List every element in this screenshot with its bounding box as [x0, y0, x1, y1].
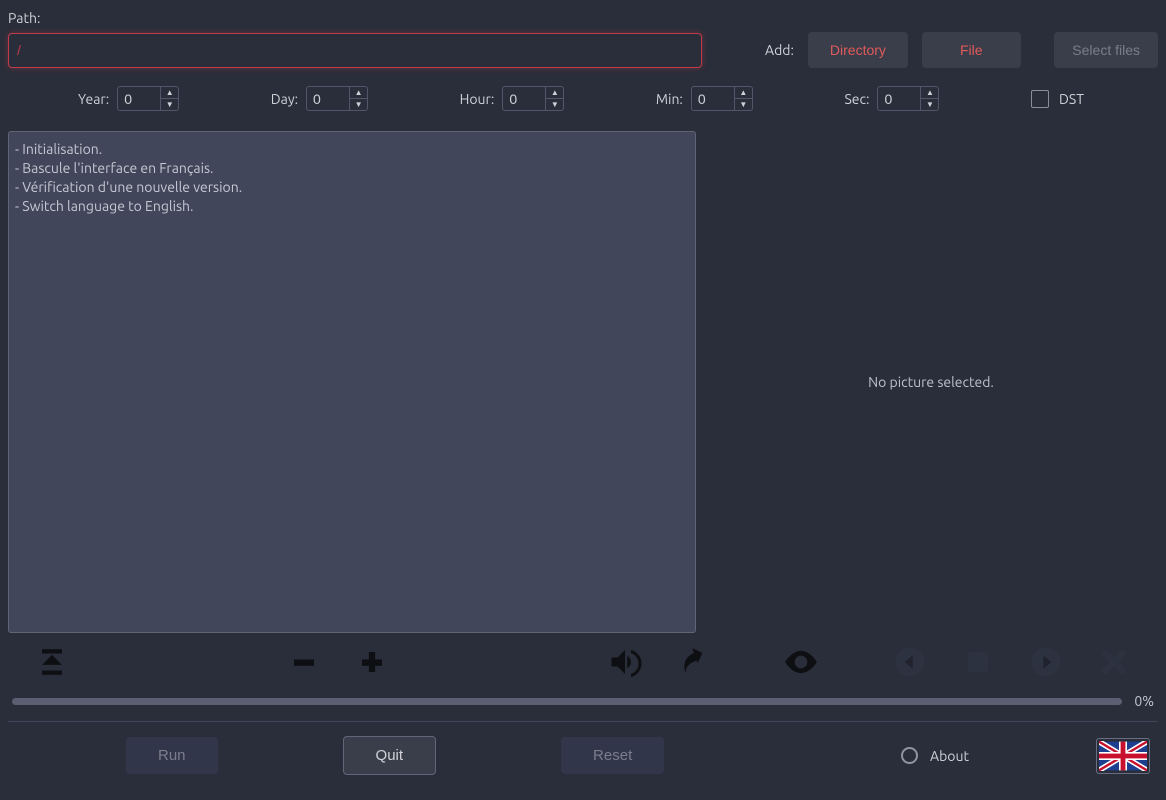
- day-stepper[interactable]: ▲▼: [306, 86, 368, 111]
- select-files-button[interactable]: Select files: [1054, 32, 1158, 68]
- add-label: Add:: [765, 42, 794, 58]
- min-stepper[interactable]: ▲▼: [691, 86, 753, 111]
- year-label: Year:: [78, 91, 109, 107]
- dst-checkbox[interactable]: DST: [1031, 90, 1084, 108]
- min-label: Min:: [656, 91, 683, 107]
- progress-track[interactable]: [12, 698, 1122, 705]
- progress-pct: 0%: [1134, 693, 1154, 709]
- time-row: Year: ▲▼ Day: ▲▼ Hour: ▲▼ Min: ▲▼ Sec:: [8, 68, 1158, 121]
- sec-stepper[interactable]: ▲▼: [877, 86, 939, 111]
- close-icon[interactable]: [1080, 647, 1148, 677]
- log-line: - Switch language to English.: [15, 197, 689, 216]
- add-directory-button[interactable]: Directory: [808, 32, 908, 68]
- reset-button[interactable]: Reset: [561, 737, 664, 774]
- sec-label: Sec:: [844, 91, 869, 107]
- path-label: Path:: [8, 8, 1158, 32]
- download-icon[interactable]: [18, 645, 86, 679]
- about-label: About: [930, 748, 969, 764]
- footer-row: Run Quit Reset About: [8, 722, 1158, 775]
- media-toolbar: [8, 639, 1158, 685]
- stop-icon[interactable]: [944, 647, 1012, 677]
- checkbox-icon[interactable]: [1031, 90, 1049, 108]
- undo-icon[interactable]: [659, 646, 727, 678]
- add-file-button[interactable]: File: [922, 32, 1021, 68]
- log-line: - Bascule l'interface en Français.: [15, 159, 689, 178]
- year-stepper[interactable]: ▲▼: [117, 86, 179, 111]
- year-down-icon[interactable]: ▼: [161, 99, 178, 110]
- plus-icon[interactable]: [338, 647, 406, 677]
- hour-label: Hour:: [460, 91, 495, 107]
- log-output: - Initialisation. - Bascule l'interface …: [8, 131, 696, 633]
- language-flag-button[interactable]: [1096, 738, 1150, 774]
- path-row: Add: Directory File Select files: [8, 32, 1158, 68]
- minus-icon[interactable]: [270, 647, 338, 677]
- quit-button[interactable]: Quit: [343, 736, 437, 775]
- preview-empty-text: No picture selected.: [868, 374, 994, 390]
- log-line: - Initialisation.: [15, 140, 689, 159]
- progress-row: 0%: [8, 693, 1158, 709]
- eye-icon[interactable]: [767, 643, 835, 681]
- uk-flag-icon: [1099, 741, 1147, 771]
- hour-stepper[interactable]: ▲▼: [502, 86, 564, 111]
- path-input[interactable]: [8, 33, 702, 68]
- log-line: - Vérification d'une nouvelle version.: [15, 178, 689, 197]
- prev-icon[interactable]: [876, 646, 944, 678]
- about-radio[interactable]: [901, 747, 918, 764]
- year-up-icon[interactable]: ▲: [161, 87, 178, 99]
- preview-panel: No picture selected.: [704, 131, 1158, 633]
- volume-icon[interactable]: [591, 644, 659, 680]
- day-label: Day:: [271, 91, 298, 107]
- next-icon[interactable]: [1012, 646, 1080, 678]
- run-button[interactable]: Run: [126, 737, 218, 774]
